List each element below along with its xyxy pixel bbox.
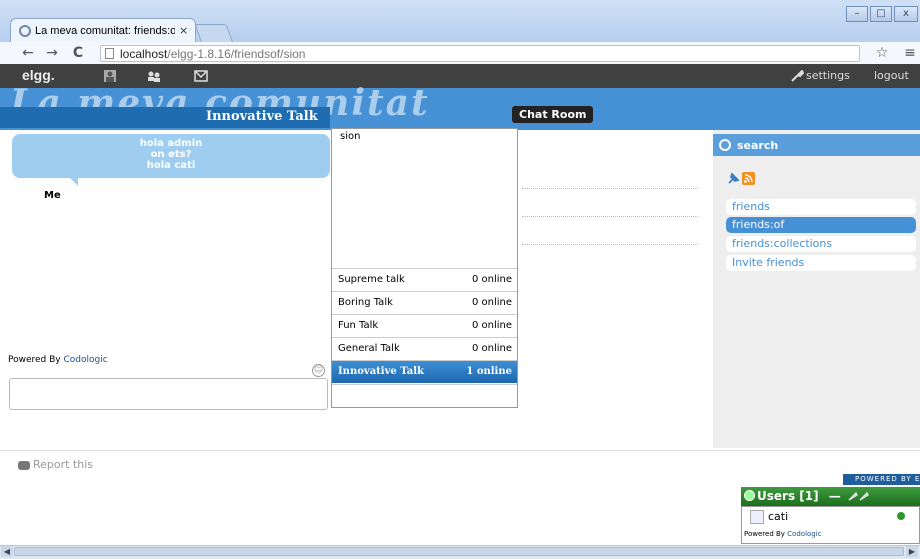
- sidebar-item-friends-collections[interactable]: friends:collections: [726, 236, 916, 252]
- chat-title-bar: Innovative Talk: [0, 107, 330, 128]
- scrollbar-thumb[interactable]: [14, 547, 904, 556]
- scroll-left-arrow-icon[interactable]: ◀: [1, 546, 13, 557]
- powered-by-elgg-badge[interactable]: POWERED BY ELGG: [843, 474, 920, 485]
- bubble-tail: [68, 176, 78, 186]
- room-online-count: 0 online: [471, 297, 512, 308]
- user-online-icon: [897, 512, 905, 520]
- room-online-count: 0 online: [471, 320, 512, 331]
- settings-wrench-icon: [791, 70, 804, 82]
- new-tab-button[interactable]: [194, 24, 234, 44]
- search-icon: [719, 139, 731, 151]
- chat-message-input[interactable]: [9, 378, 328, 410]
- content-divider: [522, 188, 698, 189]
- report-label: Report this: [33, 458, 94, 471]
- forward-button[interactable]: →: [42, 42, 62, 64]
- codologic-link[interactable]: Codologic: [64, 355, 108, 365]
- bookmark-star-icon[interactable]: ☆: [872, 42, 892, 64]
- footer-divider: [0, 450, 920, 451]
- messages-icon[interactable]: [194, 70, 208, 82]
- powered-prefix: Powered By: [8, 355, 61, 365]
- codologic-link[interactable]: Codologic: [787, 530, 821, 538]
- powered-by-codologic: Powered By Codologic: [8, 355, 108, 365]
- room-item-boring-talk[interactable]: Boring Talk 0 online: [332, 291, 517, 314]
- content-divider: [522, 216, 698, 217]
- report-this-link[interactable]: Report this: [18, 458, 93, 471]
- friends-icon[interactable]: [147, 70, 161, 82]
- settings-wrench-icon[interactable]: [848, 491, 870, 501]
- room-name: Boring Talk: [338, 297, 393, 308]
- report-icon: [18, 460, 30, 470]
- chat-room-button[interactable]: Chat Room: [512, 106, 594, 123]
- search-label: search: [737, 138, 779, 152]
- window-maximize-button[interactable]: □: [870, 6, 892, 22]
- window-minimize-button[interactable]: –: [846, 6, 868, 22]
- sidebar-item-friends[interactable]: friends: [726, 199, 916, 215]
- tab-title: La meva comunitat: friends:o: [35, 24, 175, 37]
- scroll-right-arrow-icon[interactable]: ▶: [906, 546, 918, 557]
- room-name: Supreme talk: [338, 274, 405, 285]
- room-online-count: 1 online: [466, 366, 512, 377]
- user-name[interactable]: cati: [768, 510, 788, 523]
- url-path: /elgg-1.8.16/friendsof/sion: [167, 46, 306, 61]
- chat-message: hola admin: [139, 138, 203, 149]
- pin-icon[interactable]: [726, 172, 740, 186]
- room-item-general-talk[interactable]: General Talk 0 online: [332, 337, 517, 360]
- window-close-button[interactable]: x: [894, 6, 918, 22]
- tab-close-button[interactable]: ×: [179, 24, 188, 37]
- back-button[interactable]: ←: [18, 42, 38, 64]
- emoticon-icon[interactable]: ☺: [312, 364, 325, 377]
- room-item-supreme-talk[interactable]: Supreme talk 0 online: [332, 268, 517, 291]
- room-item-fun-talk[interactable]: Fun Talk 0 online: [332, 314, 517, 337]
- sidebar-item-friends-of[interactable]: friends:of: [726, 217, 916, 233]
- users-widget-header[interactable]: Users [1] —: [741, 487, 920, 506]
- page-icon: [105, 48, 114, 59]
- content-divider: [522, 244, 698, 245]
- room-name: Fun Talk: [338, 320, 379, 331]
- chat-room-title: Innovative Talk: [206, 109, 318, 124]
- address-bar[interactable]: localhost/elgg-1.8.16/friendsof/sion: [100, 45, 860, 62]
- room-item-innovative-talk[interactable]: Innovative Talk 1 online: [332, 360, 517, 383]
- current-user-name: sion: [340, 131, 361, 142]
- chat-message: hola cati: [146, 160, 196, 171]
- rss-icon[interactable]: [742, 172, 755, 185]
- users-widget-title: Users [1]: [757, 489, 819, 503]
- chat-message: on ets?: [150, 149, 192, 160]
- url-host: localhost: [120, 46, 168, 61]
- room-online-count: 0 online: [471, 274, 512, 285]
- sidebar-item-invite-friends[interactable]: Invite friends: [726, 255, 916, 271]
- browser-menu-icon[interactable]: ≡: [900, 42, 920, 64]
- online-status-icon: [744, 490, 755, 501]
- room-online-count: 0 online: [471, 343, 512, 354]
- browser-tab[interactable]: La meva comunitat: friends:o ×: [10, 18, 196, 42]
- room-name: Innovative Talk: [338, 366, 424, 377]
- user-avatar[interactable]: [750, 510, 764, 524]
- profile-icon[interactable]: [103, 70, 117, 82]
- users-powered-by: Powered By Codologic: [744, 530, 822, 538]
- powered-prefix: Powered By: [744, 530, 785, 538]
- room-name: General Talk: [338, 343, 400, 354]
- reload-button[interactable]: C: [68, 42, 88, 64]
- chat-message-bubble: hola admin on ets? hola cati: [12, 134, 330, 178]
- minimize-button[interactable]: —: [829, 489, 841, 503]
- elgg-logo[interactable]: elgg.: [22, 67, 55, 83]
- rooms-divider: [332, 384, 517, 385]
- settings-link[interactable]: settings: [806, 69, 850, 82]
- logout-link[interactable]: logout: [874, 69, 909, 82]
- sender-label: Me: [44, 190, 61, 201]
- search-box[interactable]: search: [713, 134, 920, 156]
- chromium-favicon-icon: [19, 24, 31, 37]
